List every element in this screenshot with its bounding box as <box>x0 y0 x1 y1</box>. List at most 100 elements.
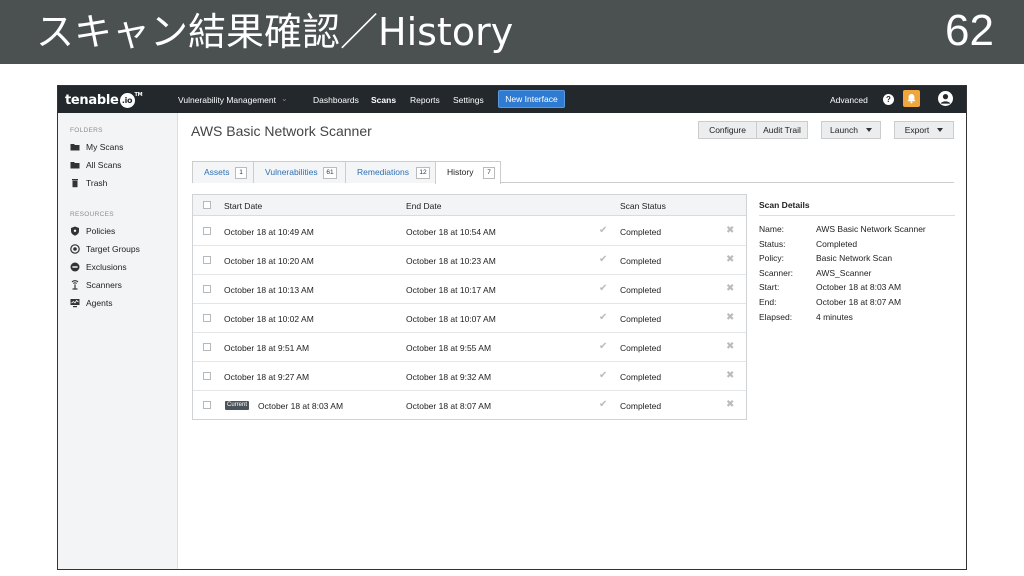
nav-reports[interactable]: Reports <box>410 95 440 105</box>
sidebar-item-policies[interactable]: Policies <box>70 226 115 240</box>
chevron-down-icon <box>865 128 872 132</box>
sidebar-item-label: Agents <box>86 298 113 308</box>
tab-vulnerabilities[interactable]: Vulnerabilities 61 <box>253 161 346 183</box>
launch-button[interactable]: Launch <box>821 121 881 139</box>
detail-value: Basic Network Scan <box>816 253 893 264</box>
sidebar-item-label: All Scans <box>86 160 122 170</box>
status-cell: Completed <box>620 401 662 411</box>
start-date-cell: October 18 at 10:20 AM <box>224 256 314 266</box>
delete-icon[interactable]: ✖ <box>726 399 734 410</box>
table-row[interactable]: October 18 at 10:20 AM October 18 at 10:… <box>193 246 746 275</box>
tab-history[interactable]: History 7 <box>435 161 501 184</box>
target-icon <box>70 244 80 254</box>
folder-icon <box>70 142 80 152</box>
table-row[interactable]: October 18 at 9:51 AM October 18 at 9:55… <box>193 333 746 362</box>
tab-remediations[interactable]: Remediations 12 <box>345 161 436 183</box>
sidebar-item-scanners[interactable]: Scanners <box>70 280 122 294</box>
slide-header: スキャン結果確認／History 62 <box>0 0 1024 64</box>
status-cell: Completed <box>620 256 662 266</box>
delete-icon[interactable]: ✖ <box>726 312 734 323</box>
detail-value: AWS_Scanner <box>816 267 872 278</box>
table-row[interactable]: October 18 at 10:02 AM October 18 at 10:… <box>193 304 746 333</box>
table-row[interactable]: October 18 at 10:49 AM October 18 at 10:… <box>193 217 746 246</box>
nav-scans[interactable]: Scans <box>371 95 396 105</box>
sidebar-item-trash[interactable]: Trash <box>70 178 107 192</box>
row-checkbox[interactable] <box>203 256 211 264</box>
row-checkbox[interactable] <box>203 314 211 322</box>
detail-key: End: <box>759 296 777 307</box>
detail-row-name: Name: AWS Basic Network Scanner <box>759 224 955 239</box>
end-date-cell: October 18 at 9:55 AM <box>406 343 492 353</box>
export-button[interactable]: Export <box>894 121 954 139</box>
tab-label: Remediations <box>357 167 409 177</box>
configure-button[interactable]: Configure <box>698 121 757 139</box>
start-date-cell: October 18 at 10:13 AM <box>224 285 314 295</box>
nav-advanced[interactable]: Advanced <box>830 95 868 105</box>
product-switcher[interactable]: Vulnerability Management <box>178 95 276 105</box>
sidebar-item-target-groups[interactable]: Target Groups <box>70 244 140 258</box>
checkmark-icon: ✔ <box>599 341 608 352</box>
column-start-date[interactable]: Start Date <box>224 201 262 211</box>
help-icon[interactable]: ? <box>883 94 894 105</box>
start-date-cell: October 18 at 10:02 AM <box>224 314 314 324</box>
sidebar-item-exclusions[interactable]: Exclusions <box>70 262 127 276</box>
table-row[interactable]: October 18 at 9:27 AM October 18 at 9:32… <box>193 362 746 391</box>
slide-page-number: 62 <box>945 6 994 55</box>
checkmark-icon: ✔ <box>599 370 608 381</box>
delete-icon[interactable]: ✖ <box>726 283 734 294</box>
sidebar-item-my-scans[interactable]: My Scans <box>70 142 123 156</box>
end-date-cell: October 18 at 9:32 AM <box>406 372 492 382</box>
exclusion-icon <box>70 262 80 272</box>
audit-trail-button[interactable]: Audit Trail <box>756 121 808 139</box>
detail-value: Completed <box>816 238 858 249</box>
trash-icon <box>70 178 80 188</box>
select-all-checkbox[interactable] <box>203 201 211 209</box>
user-account-icon[interactable] <box>938 91 953 106</box>
checkmark-icon: ✔ <box>599 399 608 410</box>
nav-dashboards[interactable]: Dashboards <box>313 95 359 105</box>
end-date-cell: October 18 at 10:23 AM <box>406 256 496 266</box>
detail-value: 4 minutes <box>816 311 853 322</box>
delete-icon[interactable]: ✖ <box>726 225 734 236</box>
notifications-button[interactable] <box>903 90 920 107</box>
table-row[interactable]: October 18 at 10:13 AM October 18 at 10:… <box>193 275 746 304</box>
start-date-cell: October 18 at 9:27 AM <box>224 372 310 382</box>
delete-icon[interactable]: ✖ <box>726 341 734 352</box>
tab-assets[interactable]: Assets 1 <box>192 161 254 183</box>
detail-key: Start: <box>759 282 780 293</box>
product-switcher-caret-icon[interactable]: ⌄ <box>281 94 288 103</box>
delete-icon[interactable]: ✖ <box>726 254 734 265</box>
row-checkbox[interactable] <box>203 401 211 409</box>
row-checkbox[interactable] <box>203 285 211 293</box>
sidebar-resources-label: RESOURCES <box>70 211 114 218</box>
detail-key: Status: <box>759 238 786 249</box>
table-row[interactable]: Current October 18 at 8:03 AM October 18… <box>193 391 746 420</box>
nav-settings[interactable]: Settings <box>453 95 484 105</box>
sidebar-item-all-scans[interactable]: All Scans <box>70 160 121 174</box>
row-checkbox[interactable] <box>203 227 211 235</box>
row-checkbox[interactable] <box>203 343 211 351</box>
new-interface-button[interactable]: New Interface <box>498 90 565 108</box>
row-checkbox[interactable] <box>203 372 211 380</box>
checkmark-icon: ✔ <box>599 312 608 323</box>
column-scan-status[interactable]: Scan Status <box>620 201 666 211</box>
tab-count-badge: 7 <box>483 167 495 179</box>
tab-label: History <box>447 167 474 177</box>
detail-key: Policy: <box>759 253 785 264</box>
column-end-date[interactable]: End Date <box>406 201 441 211</box>
detail-value: October 18 at 8:03 AM <box>816 282 902 293</box>
logo-text: tenable <box>65 93 119 108</box>
tab-label: Vulnerabilities <box>265 167 318 177</box>
launch-label: Launch <box>830 125 858 135</box>
detail-key: Elapsed: <box>759 311 793 322</box>
sidebar-item-agents[interactable]: Agents <box>70 298 112 312</box>
table-header: Start Date End Date Scan Status <box>193 195 746 216</box>
scan-details-title: Scan Details <box>759 200 955 216</box>
agent-icon <box>70 298 80 308</box>
detail-value: October 18 at 8:07 AM <box>816 296 902 307</box>
tenable-logo[interactable]: tenable .ioTM <box>65 92 143 108</box>
delete-icon[interactable]: ✖ <box>726 370 734 381</box>
checkmark-icon: ✔ <box>599 254 608 265</box>
tab-count-badge: 12 <box>416 167 430 179</box>
page-title: AWS Basic Network Scanner <box>191 123 372 139</box>
